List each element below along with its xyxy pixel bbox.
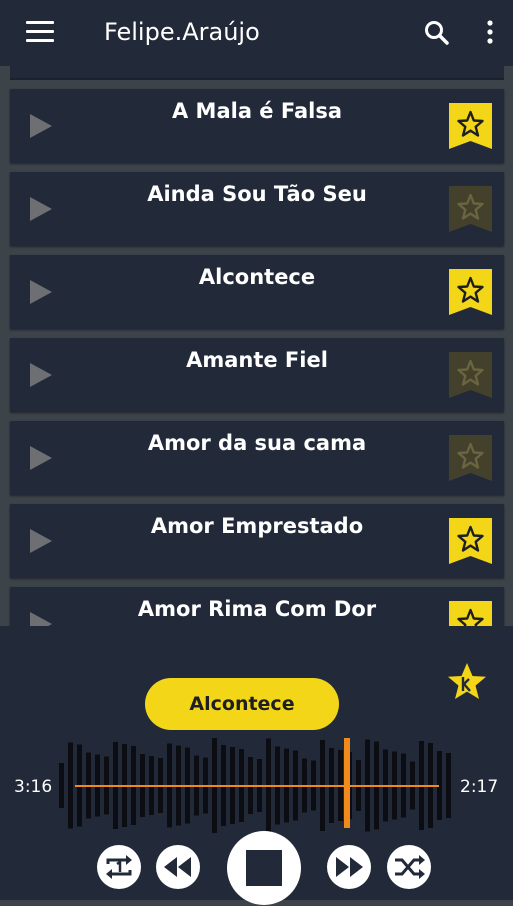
now-playing-button[interactable]: Alcontece xyxy=(145,678,339,730)
song-list[interactable]: A Mala é Falsa Ainda Sou Tão Seu Alcontece… xyxy=(0,66,513,626)
favorite-star-icon[interactable] xyxy=(449,186,492,232)
list-item[interactable]: Amor da sua cama xyxy=(10,421,504,495)
more-options-icon[interactable] xyxy=(480,18,500,46)
list-item[interactable]: Amor Rima Com Dor xyxy=(10,587,504,626)
list-item-partial xyxy=(10,66,504,80)
player-panel: Alcontece 3:16 2:17 xyxy=(0,626,513,905)
list-item[interactable]: A Mala é Falsa xyxy=(10,89,504,163)
play-icon[interactable] xyxy=(30,446,52,470)
song-title: A Mala é Falsa xyxy=(171,99,343,123)
song-title: Amor Rima Com Dor xyxy=(137,597,377,621)
star-icon[interactable] xyxy=(445,660,489,704)
rewind-icon[interactable] xyxy=(155,844,201,890)
waveform-bar xyxy=(446,753,451,818)
play-icon[interactable] xyxy=(30,114,52,138)
play-icon[interactable] xyxy=(30,363,52,387)
app-bar: Felipe.Araújo xyxy=(0,0,513,66)
play-icon[interactable] xyxy=(30,280,52,304)
song-title: Alcontece xyxy=(198,265,316,289)
shuffle-icon[interactable] xyxy=(386,844,432,890)
page-title: Felipe.Araújo xyxy=(104,18,260,46)
list-item[interactable]: Amor Emprestado xyxy=(10,504,504,578)
favorite-star-icon[interactable] xyxy=(449,269,492,315)
favorite-star-icon[interactable] xyxy=(449,601,492,626)
song-title: Amante Fiel xyxy=(186,348,328,372)
favorite-star-icon[interactable] xyxy=(449,435,492,481)
favorite-star-icon[interactable] xyxy=(449,103,492,149)
list-item[interactable]: Alcontece xyxy=(10,255,504,329)
favorite-star-icon[interactable] xyxy=(449,352,492,398)
elapsed-time: 3:16 xyxy=(14,777,53,797)
menu-icon[interactable] xyxy=(26,21,56,43)
search-icon[interactable] xyxy=(424,20,450,46)
favorite-star-icon[interactable] xyxy=(449,518,492,564)
play-icon[interactable] xyxy=(30,197,52,221)
waveform-bar xyxy=(68,742,73,829)
song-title: Amor Emprestado xyxy=(150,514,364,538)
list-item[interactable]: Amante Fiel xyxy=(10,338,504,412)
play-icon[interactable] xyxy=(30,529,52,553)
seek-playhead[interactable] xyxy=(344,738,350,828)
list-item[interactable]: Ainda Sou Tão Seu xyxy=(10,172,504,246)
song-title: Ainda Sou Tão Seu xyxy=(147,182,367,206)
play-icon[interactable] xyxy=(30,612,52,626)
remaining-time: 2:17 xyxy=(460,777,499,797)
repeat-one-icon[interactable] xyxy=(96,844,142,890)
waveform-seekbar[interactable] xyxy=(55,738,455,833)
waveform-bar xyxy=(59,763,64,808)
fast-forward-icon[interactable] xyxy=(326,844,372,890)
song-title: Amor da sua cama xyxy=(147,431,367,455)
stop-icon[interactable] xyxy=(226,830,302,906)
